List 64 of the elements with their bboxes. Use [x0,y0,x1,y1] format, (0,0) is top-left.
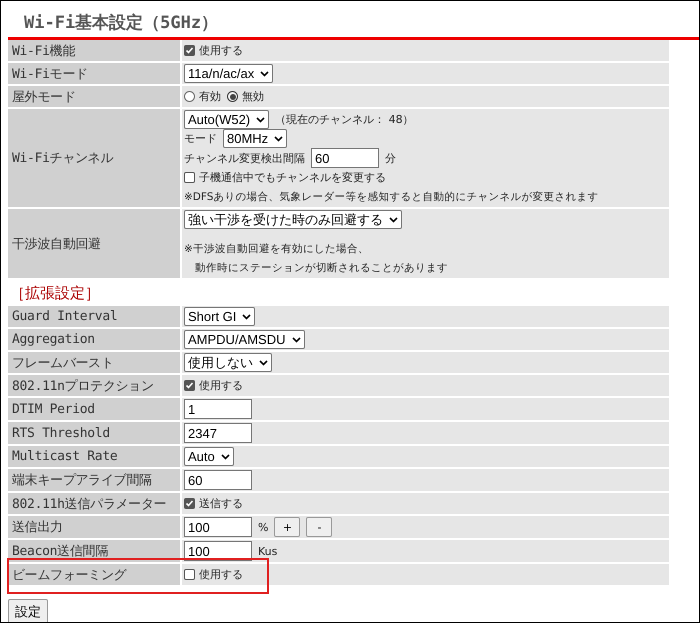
input-field[interactable]: 1 [184,399,252,419]
dropdown[interactable]: AMPDU/AMSDU [184,330,305,349]
setting-label: Multicast Rate [8,446,180,467]
radio-label: 無効 [242,89,264,104]
input-field[interactable]: 60 [311,148,379,168]
setting-label: Guard Interval [8,306,180,327]
setting-label: Wi-Fiチャンネル [8,109,180,207]
check-icon [185,499,194,508]
setting-label: 送信出力 [8,516,180,538]
chevron-icon [259,360,268,366]
label-text: （現在のチャンネル： 48） [275,112,414,127]
check-icon [185,381,194,390]
setting-label: 端末キープアライブ間隔 [8,469,180,491]
dropdown[interactable]: 強い干渉を受けた時のみ回避する [184,210,402,229]
chevron-icon [260,70,270,76]
setting-label: ビームフォーミング [8,564,180,585]
radio-label: 有効 [199,89,221,104]
check-icon [185,46,194,55]
setting-label: 802.11h送信パラメーター [8,493,180,514]
setting-label: RTS Threshold [8,422,180,444]
step-button[interactable]: + [274,517,300,537]
dropdown[interactable]: Auto(W52) [184,110,270,129]
checkbox[interactable]: 使用する [184,43,243,58]
setting-label: 屋外モード [8,86,180,107]
checkbox[interactable]: 子機通信中でもチャンネルを変更する [184,170,386,185]
chevron-icon [274,136,284,142]
radio-button[interactable] [184,91,195,102]
chevron-icon [220,454,230,460]
checkbox[interactable]: 送信する [184,496,243,511]
section-heading: ［拡張設定］ [9,283,101,304]
note-text: ※干渉波自動回避を有効にした場合、 [184,242,369,256]
label-text: 分 [385,150,396,166]
chevron-icon [389,216,398,222]
input-field[interactable]: 100 [184,517,252,537]
label-text: Kus [258,544,278,558]
setting-label: Wi-Fi機能 [8,40,180,61]
input-field[interactable]: 100 [184,541,252,561]
chevron-icon [292,336,301,342]
dropdown[interactable]: 11a/n/ac/ax [184,64,274,83]
input-field[interactable]: 60 [184,470,252,490]
input-field[interactable]: 2347 [184,423,252,443]
note-text: 動作時にステーションが切断されることがあります [194,260,448,274]
setting-label: Aggregation [8,329,180,350]
chevron-icon [242,314,252,320]
dropdown[interactable]: 使用しない [184,353,272,372]
step-button[interactable]: - [306,517,332,537]
setting-label: Wi-Fiモード [8,63,180,84]
setting-label: DTIM Period [8,398,180,420]
dropdown[interactable]: Auto [184,447,234,466]
setting-label: Beacon送信間隔 [8,540,180,562]
chevron-icon [256,116,266,122]
checkbox[interactable]: 使用する [184,567,243,582]
dropdown[interactable]: Short GI [184,307,256,326]
dropdown[interactable]: 80MHz [223,129,288,148]
setting-label: フレームバースト [8,352,180,373]
setting-label: 干渉波自動回避 [8,209,180,278]
note-text: ※DFSありの場合、気象レーダー等を感知すると自動的にチャンネルが変更されます [184,190,598,204]
radio-button[interactable] [227,91,238,102]
checkbox[interactable]: 使用する [184,378,243,393]
setting-label: 802.11nプロテクション [8,375,180,396]
label-text: チャンネル変更検出間隔 [184,150,305,166]
label-text: % [258,520,268,534]
label-text: モード [184,131,217,146]
submit-button[interactable]: 設定 [8,599,48,622]
